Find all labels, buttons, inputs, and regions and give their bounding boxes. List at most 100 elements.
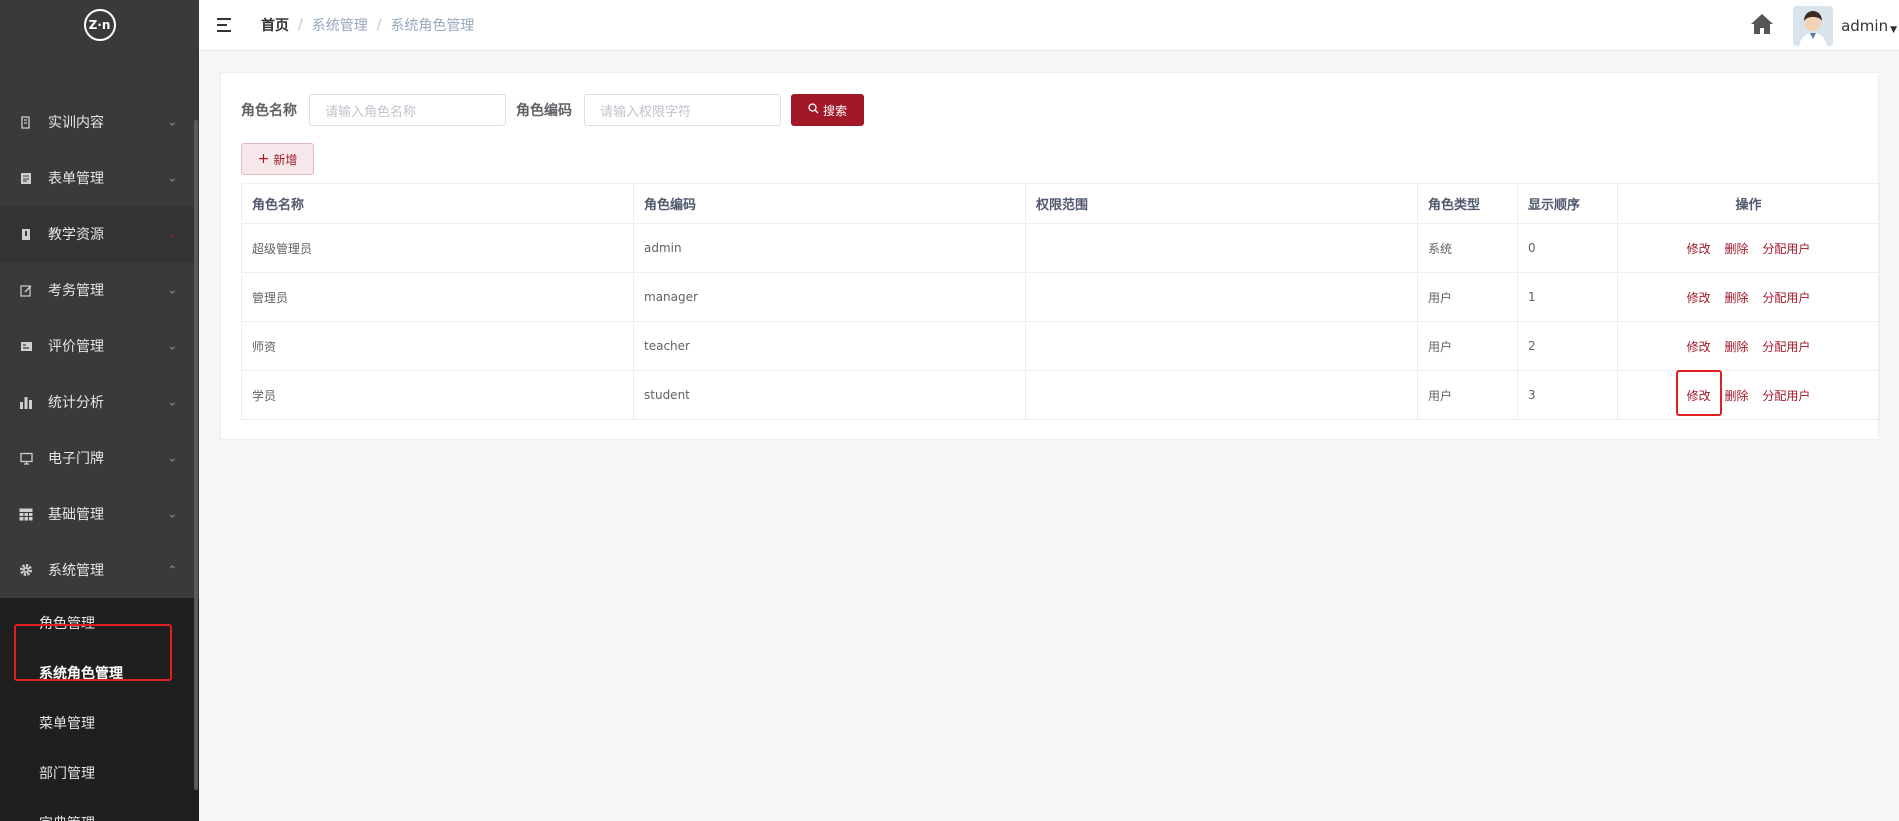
breadcrumb-current: 系统角色管理 xyxy=(390,18,475,34)
sidebar-item-label: 表单管理 xyxy=(48,171,104,187)
form-icon xyxy=(18,170,34,186)
home-icon[interactable] xyxy=(1749,12,1775,40)
sidebar-scrollbar[interactable] xyxy=(194,120,198,790)
sidebar-item-partial[interactable] xyxy=(0,50,199,94)
chevron-up-icon: ⌃ xyxy=(167,563,177,577)
chevron-down-icon: ⌄ xyxy=(167,115,177,129)
edit-icon xyxy=(18,282,34,298)
sidebar-subitem-menu[interactable]: 菜单管理 xyxy=(0,698,199,748)
sidebar-subitem-dict[interactable]: 字典管理 xyxy=(0,798,199,821)
breadcrumb-separator: / xyxy=(376,17,382,33)
sidebar: Z·n 实训内容 ⌄ 表单管理 ⌄ 教学资源 ⌄ 考务管理 ⌄ 评价管理 ⌄ 统… xyxy=(0,0,199,821)
monitor-icon xyxy=(18,450,34,466)
delete-link[interactable]: 删除 xyxy=(1724,389,1748,403)
sidebar-item-label: 系统管理 xyxy=(48,563,104,579)
cell-actions: 修改 删除 分配用户 xyxy=(1617,370,1880,420)
sidebar-subitem-dept[interactable]: 部门管理 xyxy=(0,748,199,798)
search-form: 角色名称 请输入角色名称 角色编码 请输入权限字符 搜索 xyxy=(241,94,864,126)
cell-role-code: student xyxy=(633,370,1026,420)
breadcrumb: 首页 / 系统管理 / 系统角色管理 xyxy=(261,15,474,35)
column-header: 角色名称 xyxy=(241,183,634,224)
role-name-input[interactable]: 请输入角色名称 xyxy=(309,94,506,126)
breadcrumb-home[interactable]: 首页 xyxy=(261,15,289,35)
sidebar-item-label: 基础管理 xyxy=(48,507,104,523)
cell-role-type: 用户 xyxy=(1417,370,1518,420)
chevron-down-icon: ⌄ xyxy=(167,339,177,353)
chevron-down-icon: ⌄ xyxy=(167,227,177,241)
username[interactable]: admin xyxy=(1841,17,1888,35)
chevron-down-icon: ⌄ xyxy=(167,395,177,409)
cell-scope xyxy=(1025,272,1418,322)
sidebar-subitem-label: 菜单管理 xyxy=(39,716,95,732)
add-button[interactable]: + 新增 xyxy=(241,143,314,175)
annotation-highlight-edit xyxy=(1676,370,1722,416)
cell-role-type: 用户 xyxy=(1417,272,1518,322)
sidebar-item-label: 评价管理 xyxy=(48,339,104,355)
sidebar-item-label: 统计分析 xyxy=(48,395,104,411)
caret-down-icon[interactable]: ▼ xyxy=(1890,25,1897,35)
table-row: 学员 student 用户 3 修改 删除 分配用户 xyxy=(241,370,1880,420)
search-button-label: 搜索 xyxy=(822,103,847,118)
column-header: 显示顺序 xyxy=(1517,183,1618,224)
chevron-down-icon: ⌄ xyxy=(167,283,177,297)
cell-role-type: 用户 xyxy=(1417,321,1518,371)
sidebar-item-basic[interactable]: 基础管理 ⌄ xyxy=(0,486,199,542)
edit-link[interactable]: 修改 xyxy=(1687,242,1711,256)
column-header: 操作 xyxy=(1617,183,1880,224)
sidebar-item-label: 实训内容 xyxy=(48,115,104,131)
sidebar-item-system[interactable]: 系统管理 ⌃ xyxy=(0,542,199,598)
search-icon xyxy=(808,103,819,117)
cell-role-code: teacher xyxy=(633,321,1026,371)
sidebar-item-evaluation[interactable]: 评价管理 ⌄ xyxy=(0,318,199,374)
cell-order: 0 xyxy=(1517,223,1618,273)
cell-actions: 修改 删除 分配用户 xyxy=(1617,321,1880,371)
column-header: 权限范围 xyxy=(1025,183,1418,224)
chevron-down-icon: ⌄ xyxy=(167,507,177,521)
assign-users-link[interactable]: 分配用户 xyxy=(1762,389,1810,403)
sidebar-item-training[interactable]: 实训内容 ⌄ xyxy=(0,94,199,150)
delete-link[interactable]: 删除 xyxy=(1724,291,1748,305)
assign-users-link[interactable]: 分配用户 xyxy=(1762,242,1810,256)
table-row: 管理员 manager 用户 1 修改 删除 分配用户 xyxy=(241,272,1880,322)
user-area: admin ▼ xyxy=(1749,0,1899,51)
add-button-label: 新增 xyxy=(273,152,298,167)
delete-link[interactable]: 删除 xyxy=(1724,340,1748,354)
avatar[interactable] xyxy=(1793,5,1834,46)
cell-role-name: 学员 xyxy=(241,370,634,420)
cell-role-name: 超级管理员 xyxy=(241,223,634,273)
main-card: 角色名称 请输入角色名称 角色编码 请输入权限字符 搜索 + 新增 角色名称 角… xyxy=(220,72,1880,440)
table-row: 超级管理员 admin 系统 0 修改 删除 分配用户 xyxy=(241,223,1880,273)
cell-scope xyxy=(1025,321,1418,371)
edit-link[interactable]: 修改 xyxy=(1687,340,1711,354)
sidebar-item-exam[interactable]: 考务管理 ⌄ xyxy=(0,262,199,318)
table-icon xyxy=(18,506,34,522)
book-icon xyxy=(18,114,34,130)
cell-scope xyxy=(1025,370,1418,420)
edit-link[interactable]: 修改 xyxy=(1687,291,1711,305)
assign-users-link[interactable]: 分配用户 xyxy=(1762,291,1810,305)
column-header: 角色编码 xyxy=(633,183,1026,224)
role-code-input[interactable]: 请输入权限字符 xyxy=(584,94,781,126)
search-button[interactable]: 搜索 xyxy=(791,94,864,126)
breadcrumb-separator: / xyxy=(298,17,303,33)
roles-table: 角色名称 角色编码 权限范围 角色类型 显示顺序 操作 超级管理员 admin … xyxy=(241,183,1880,420)
cell-order: 3 xyxy=(1517,370,1618,420)
header: 首页 / 系统管理 / 系统角色管理 admin ▼ xyxy=(199,0,1899,51)
cell-scope xyxy=(1025,223,1418,273)
delete-link[interactable]: 删除 xyxy=(1724,242,1748,256)
chevron-down-icon: ⌄ xyxy=(167,451,177,465)
sidebar-item-statistics[interactable]: 统计分析 ⌄ xyxy=(0,374,199,430)
resource-icon xyxy=(18,226,34,242)
sidebar-item-doorplate[interactable]: 电子门牌 ⌄ xyxy=(0,430,199,486)
assign-users-link[interactable]: 分配用户 xyxy=(1762,340,1810,354)
evaluate-icon xyxy=(18,338,34,354)
sidebar-item-forms[interactable]: 表单管理 ⌄ xyxy=(0,150,199,206)
role-name-label: 角色名称 xyxy=(241,103,297,119)
hamburger-icon[interactable] xyxy=(217,18,233,32)
column-header: 角色类型 xyxy=(1417,183,1518,224)
cell-role-code: admin xyxy=(633,223,1026,273)
sidebar-item-resources[interactable]: 教学资源 ⌄ xyxy=(0,206,199,262)
role-name-placeholder: 请输入角色名称 xyxy=(325,104,417,120)
cell-order: 1 xyxy=(1517,272,1618,322)
gear-icon xyxy=(18,562,34,578)
